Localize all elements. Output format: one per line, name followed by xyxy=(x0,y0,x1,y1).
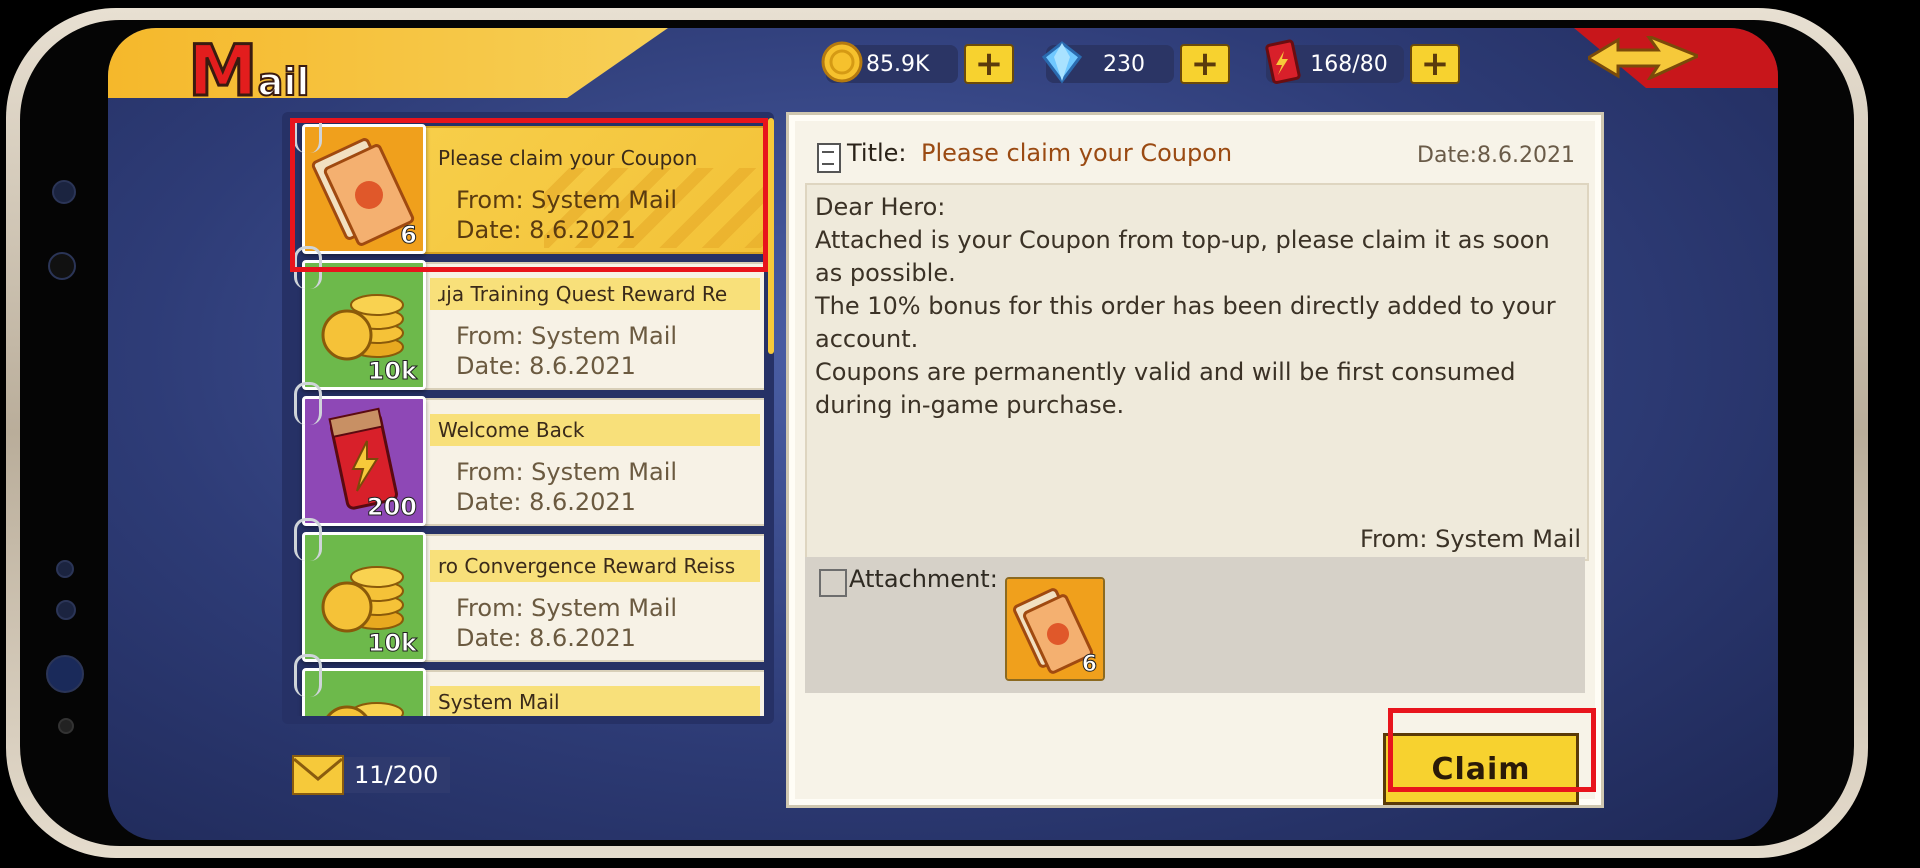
mail-detail-title: Please claim your Coupon xyxy=(921,139,1233,167)
mail-item-training-reward[interactable]: ɹja Training Quest Reward Re From: Syste… xyxy=(288,246,764,390)
envelope-icon xyxy=(292,755,344,795)
attachment-section: Attachment: 6 xyxy=(805,557,1585,693)
mail-from: From: System Mail xyxy=(456,186,678,214)
paperclip-icon xyxy=(294,246,322,289)
mail-list-scrollbar[interactable] xyxy=(768,118,774,354)
currency-diamond: 230 + xyxy=(1041,41,1230,84)
iris-sensor xyxy=(48,252,76,280)
mail-date: Date: 8.6.2021 xyxy=(456,216,636,244)
attachment-label: Attachment: xyxy=(849,565,998,593)
add-gold-button[interactable]: + xyxy=(964,44,1014,84)
earpiece-dot xyxy=(46,655,84,693)
add-stamina-button[interactable]: + xyxy=(1410,44,1460,84)
mail-body-text: Dear Hero: Attached is your Coupon from … xyxy=(815,193,1556,419)
mail-detail-panel: Title: Please claim your Coupon Date:8.6… xyxy=(786,112,1604,808)
front-camera xyxy=(52,180,76,204)
mail-date: Date: 8.6.2021 xyxy=(456,488,636,516)
mail-count: 11/200 xyxy=(342,757,451,793)
mail-title-bar: ɹja Training Quest Reward Re xyxy=(430,278,760,310)
mail-title: ɹja Training Quest Reward Re xyxy=(438,282,728,306)
mail-from: From: System Mail xyxy=(456,322,678,350)
thumb-count: 10k xyxy=(367,357,417,386)
mail-title-bar: Please claim your Coupon xyxy=(430,142,760,174)
thumb-count: 6 xyxy=(400,221,418,250)
mail-logo-initial: M xyxy=(187,29,260,114)
mail-body-from: From: System Mail xyxy=(1359,525,1581,553)
gift-icon xyxy=(819,569,847,597)
claim-button-highlight xyxy=(1388,708,1596,792)
add-diamond-button[interactable]: + xyxy=(1180,44,1230,84)
mail-from: From: System Mail xyxy=(456,594,678,622)
paperclip-icon xyxy=(294,382,322,425)
title-label: Title: xyxy=(847,139,907,167)
detail-header: Title: Please claim your Coupon Date:8.6… xyxy=(817,137,1577,177)
mail-item-welcome-back[interactable]: Welcome Back From: System Mail Date: 8.6… xyxy=(288,382,764,526)
mail-title-bar: System Mail xyxy=(430,686,760,716)
mail-title-bar: Welcome Back xyxy=(430,414,760,446)
attachment-count: 6 xyxy=(1081,652,1097,678)
mail-title: System Mail xyxy=(438,690,560,714)
mail-body: Dear Hero: Attached is your Coupon from … xyxy=(805,183,1589,561)
gold-coin-icon xyxy=(821,41,863,83)
currency-stamina: 168/80 + xyxy=(1265,39,1460,85)
attachment-coupon[interactable]: 6 xyxy=(1005,577,1105,681)
small-sensor xyxy=(58,718,74,734)
mail-counter: 11/200 xyxy=(292,755,451,795)
mail-item-coupon[interactable]: Please claim your Coupon From: System Ma… xyxy=(288,118,764,254)
mail-logo-rest: ail xyxy=(257,59,311,105)
diamond-icon xyxy=(1041,41,1083,84)
thumb-count: 10k xyxy=(367,629,417,658)
currency-gold: 85.9K + xyxy=(821,41,1014,84)
stamina-ticket-icon xyxy=(1265,39,1301,85)
mail-item-convergence-reward[interactable]: ro Convergence Reward Reiss From: System… xyxy=(288,518,764,662)
mail-date: Date: 8.6.2021 xyxy=(456,352,636,380)
paperclip-icon xyxy=(294,518,322,561)
back-arrow-icon[interactable] xyxy=(1588,36,1698,80)
mail-list[interactable]: Please claim your Coupon From: System Ma… xyxy=(288,118,764,716)
paperclip-icon xyxy=(294,654,322,697)
thumb-count: 200 xyxy=(366,493,417,522)
mail-detail-date: Date:8.6.2021 xyxy=(1417,143,1575,168)
mail-from: From: System Mail xyxy=(456,458,678,486)
paperclip-icon xyxy=(294,118,322,153)
mail-title: ro Convergence Reward Reiss xyxy=(438,554,736,578)
document-icon xyxy=(817,143,841,173)
mail-item-system-mail[interactable]: System Mail xyxy=(288,654,764,716)
proximity-sensor xyxy=(56,560,74,578)
light-sensor xyxy=(56,600,76,620)
mail-title-bar: ro Convergence Reward Reiss xyxy=(430,550,760,582)
mail-title: Please claim your Coupon xyxy=(438,146,698,170)
mail-date: Date: 8.6.2021 xyxy=(456,624,636,652)
mail-title: Welcome Back xyxy=(438,418,585,442)
gold-coins-icon xyxy=(305,671,423,716)
mail-logo: Mail xyxy=(187,29,311,114)
